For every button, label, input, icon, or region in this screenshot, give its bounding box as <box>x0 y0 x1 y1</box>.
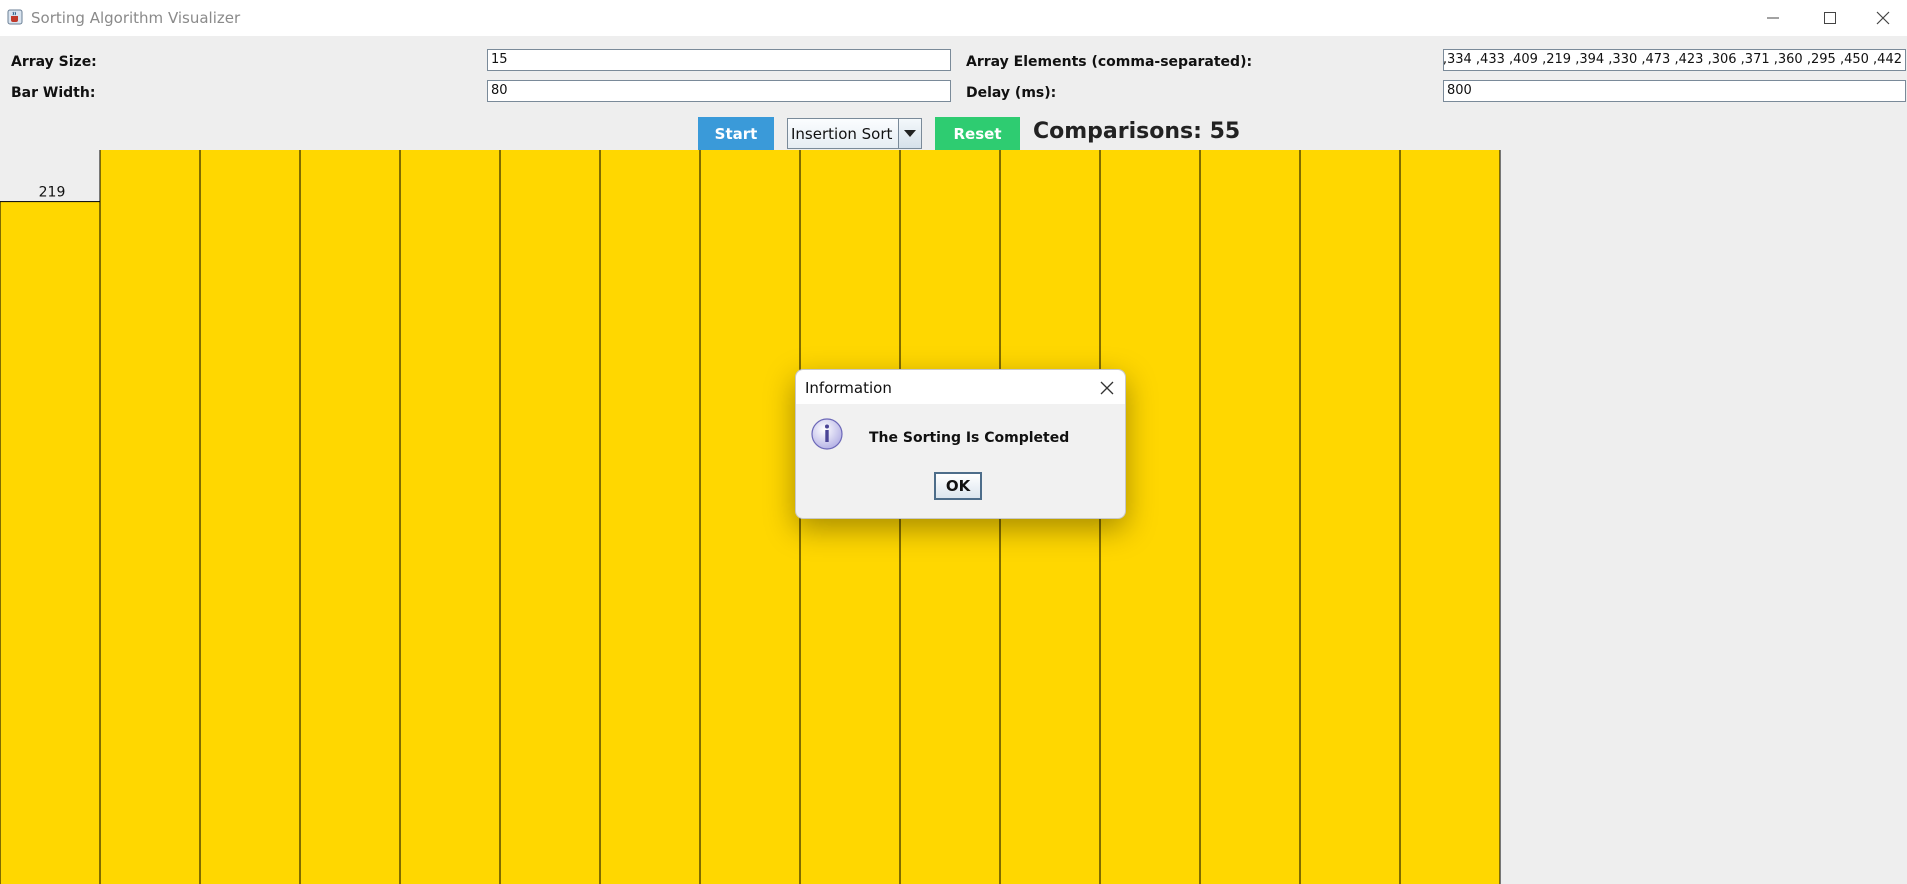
bar-3 <box>299 150 401 884</box>
dialog-titlebar: Information <box>796 370 1125 404</box>
algorithm-select-value: Insertion Sort <box>791 124 893 143</box>
java-cup-icon <box>7 9 23 25</box>
array-size-label: Array Size: <box>11 54 97 70</box>
bar-6 <box>599 150 701 884</box>
dialog-message: The Sorting Is Completed <box>869 430 1070 446</box>
reset-button[interactable]: Reset <box>935 117 1020 150</box>
bar-label-0: 219 <box>39 185 66 201</box>
information-dialog: Information The Sorting Is Completed OK <box>795 369 1126 519</box>
close-icon <box>1876 11 1890 25</box>
minimize-button[interactable] <box>1745 0 1801 36</box>
maximize-button[interactable] <box>1802 0 1858 36</box>
bar-13 <box>1299 150 1401 884</box>
window-titlebar: Sorting Algorithm Visualizer <box>0 0 1907 36</box>
comparisons-counter: Comparisons: 55 <box>1033 119 1241 144</box>
chevron-down-icon[interactable] <box>898 119 921 148</box>
window-title: Sorting Algorithm Visualizer <box>31 9 241 27</box>
bar-width-input[interactable]: 80 <box>487 80 951 102</box>
bar-width-label: Bar Width: <box>11 85 96 101</box>
minimize-icon <box>1767 17 1779 19</box>
bar-2 <box>199 150 301 884</box>
bar-5 <box>499 150 601 884</box>
maximize-icon <box>1824 12 1836 24</box>
info-icon <box>811 418 843 450</box>
array-elements-input[interactable]: 442, 450, 295, 360, 371, 306, 423, 473, … <box>1443 49 1906 71</box>
start-button[interactable]: Start <box>698 117 774 150</box>
close-button[interactable] <box>1859 0 1907 36</box>
bar-1 <box>99 150 201 884</box>
bar-4 <box>399 150 501 884</box>
close-icon[interactable] <box>1097 378 1117 398</box>
dialog-title: Information <box>805 379 892 397</box>
array-size-input[interactable]: 15 <box>487 49 951 71</box>
bar-12 <box>1199 150 1301 884</box>
array-elements-label: Array Elements (comma-separated): <box>966 54 1253 70</box>
delay-label: Delay (ms): <box>966 85 1057 101</box>
bar-14 <box>1399 150 1501 884</box>
algorithm-select[interactable]: Insertion Sort <box>787 118 922 149</box>
bar-0 <box>0 201 101 884</box>
delay-input[interactable]: 800 <box>1443 80 1906 102</box>
ok-button[interactable]: OK <box>934 472 982 500</box>
bar-7 <box>699 150 801 884</box>
